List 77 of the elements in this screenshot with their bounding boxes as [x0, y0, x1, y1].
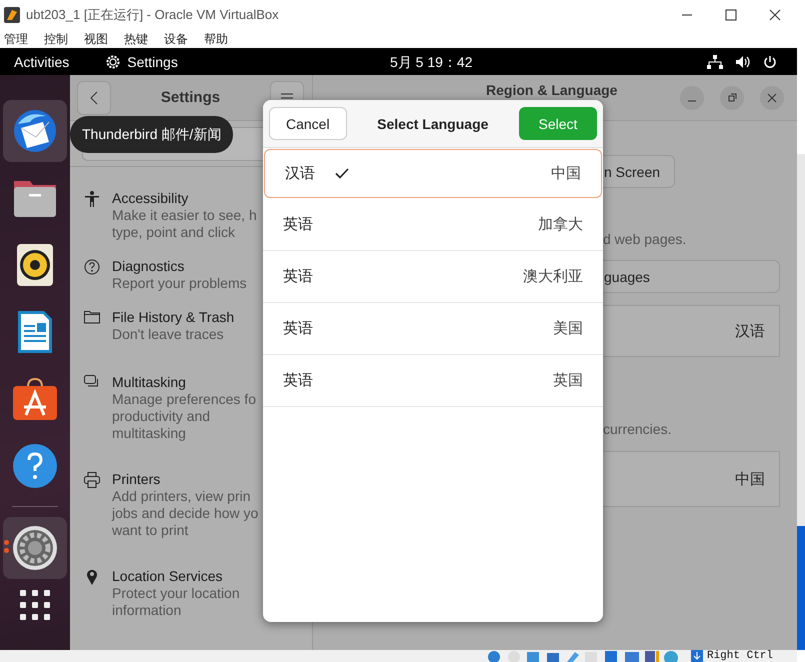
- dock-item[interactable]: [3, 100, 67, 162]
- region-name: 英国: [553, 371, 583, 390]
- menu-item[interactable]: 管理: [4, 30, 28, 48]
- printer-icon: [84, 472, 100, 488]
- map-pin-icon: [84, 569, 100, 585]
- gear-icon: [12, 525, 58, 571]
- folder-icon: [84, 310, 100, 324]
- item-title: File History & Trash: [112, 308, 234, 326]
- panel-title: Region & Language: [486, 82, 618, 98]
- item-title: Location Services: [112, 567, 224, 585]
- language-name: 汉语: [285, 164, 315, 183]
- region-name: 加拿大: [538, 215, 583, 234]
- close-icon: [767, 92, 777, 102]
- sidebar-title: Settings: [160, 89, 220, 106]
- item-title: Accessibility: [112, 189, 190, 207]
- item-title: Diagnostics: [112, 257, 186, 275]
- shopping-bag-icon: [12, 377, 58, 421]
- language-name: 英语: [283, 319, 313, 338]
- close-button[interactable]: [760, 86, 784, 110]
- language-row[interactable]: 汉语 中国: [264, 149, 602, 198]
- menu-item[interactable]: 热键: [124, 30, 148, 48]
- row-value: 中国: [735, 470, 765, 488]
- app-icon: [4, 7, 20, 23]
- question-icon: [84, 259, 100, 275]
- minimize-icon: [687, 100, 697, 102]
- windows-icon: [84, 375, 100, 389]
- speaker-icon: [16, 243, 54, 287]
- sidebar-item[interactable]: Printers Add printers, view prin jobs and decide how yo want to print: [70, 470, 312, 539]
- hint-text: currencies.: [602, 421, 672, 437]
- item-description: Don't leave traces: [112, 326, 225, 343]
- hint-text: d web pages.: [602, 231, 686, 247]
- menu-item[interactable]: 控制: [44, 30, 68, 48]
- restore-button[interactable]: [720, 86, 744, 110]
- maximize-icon[interactable]: [725, 9, 737, 21]
- bird-envelope-icon: [12, 108, 58, 154]
- person-icon: [84, 191, 100, 207]
- item-description: Manage preferences fo productivity and multitasking: [112, 391, 256, 442]
- item-description: Make it easier to see, h type, point and click: [112, 207, 257, 241]
- item-title: Printers: [112, 470, 162, 488]
- check-icon: [335, 168, 349, 179]
- close-icon[interactable]: [769, 9, 781, 21]
- host-key-label: Right Ctrl: [706, 650, 773, 662]
- app-menu[interactable]: Settings: [127, 54, 178, 70]
- language-name: 英语: [283, 267, 313, 286]
- item-title: Multitasking: [112, 373, 187, 391]
- item-description: Report your problems: [112, 275, 247, 292]
- restore-icon: [727, 92, 737, 102]
- back-icon: [90, 90, 98, 104]
- window-title: ubt203_1 [正在运行] - Oracle VM VirtualBox: [26, 6, 279, 24]
- clock[interactable]: 5月 5 19：42: [390, 54, 472, 72]
- dock-item[interactable]: [3, 517, 67, 579]
- document-icon: [16, 309, 54, 355]
- tooltip: Thunderbird 邮件/新闻: [70, 116, 234, 153]
- language-name: 英语: [283, 371, 313, 390]
- item-description: Protect your location information: [112, 585, 240, 619]
- download-icon: [690, 650, 703, 662]
- gear-icon: [105, 54, 122, 70]
- power-icon[interactable]: [763, 54, 777, 68]
- app-grid-icon[interactable]: [20, 590, 50, 620]
- row-value: 汉语: [735, 322, 765, 340]
- help-icon: [12, 443, 58, 489]
- language-name: 英语: [283, 215, 313, 234]
- language-row[interactable]: 英语 英国: [263, 355, 603, 407]
- sidebar-item[interactable]: Location Services Protect your location information: [70, 567, 312, 619]
- language-row[interactable]: 英语 美国: [263, 303, 603, 355]
- running-indicator: [4, 540, 9, 553]
- language-row[interactable]: 英语 澳大利亚: [263, 251, 603, 303]
- menu-item[interactable]: 设备: [164, 30, 188, 48]
- menu-item[interactable]: 帮助: [204, 30, 228, 48]
- item-description: Add printers, view prin jobs and decide how yo want to print: [112, 488, 258, 539]
- menu-item[interactable]: 视图: [84, 30, 108, 48]
- cancel-button[interactable]: Cancel: [269, 107, 347, 140]
- volume-icon[interactable]: [735, 54, 751, 68]
- language-row[interactable]: 英语 加拿大: [263, 199, 603, 251]
- activities-button[interactable]: Activities: [14, 54, 70, 70]
- network-icon[interactable]: [707, 54, 723, 68]
- dialog-title: Select Language: [377, 116, 488, 132]
